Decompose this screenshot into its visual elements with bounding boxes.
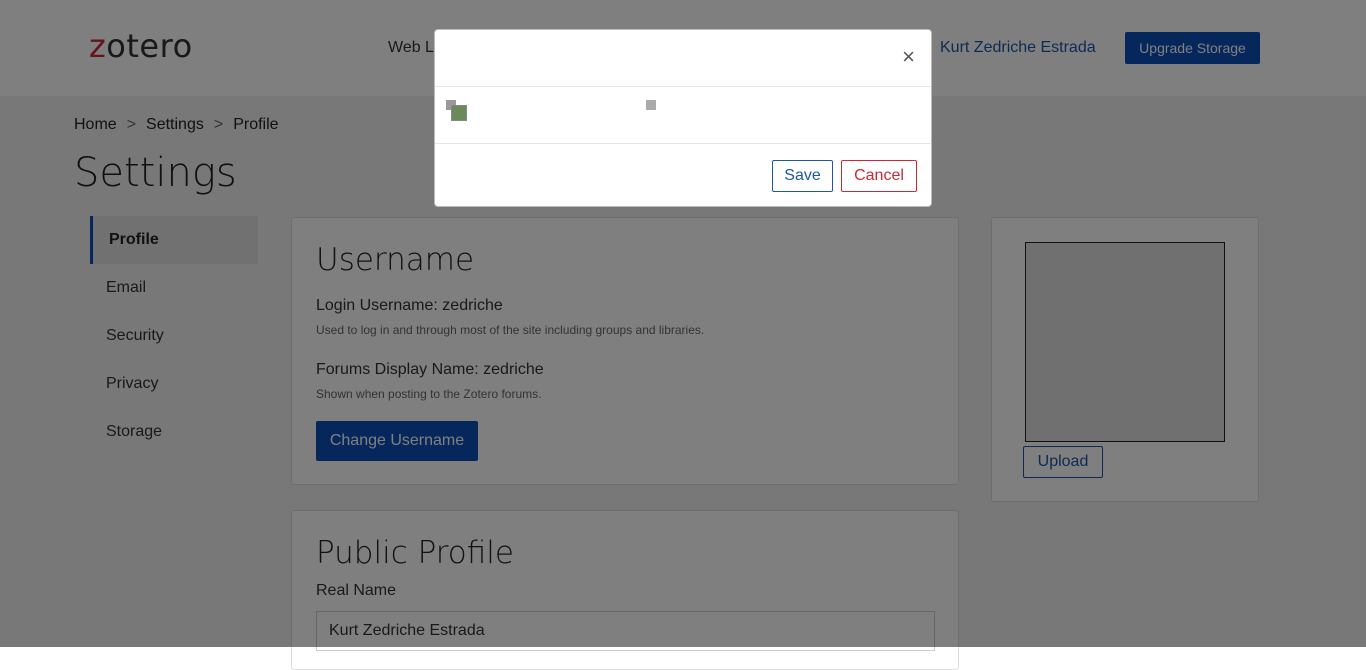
close-icon[interactable]: × (902, 46, 915, 68)
cancel-button[interactable]: Cancel (841, 160, 917, 192)
modal-body (435, 87, 931, 144)
modal-header: × (435, 30, 931, 87)
image-preview-icon (451, 105, 467, 121)
crop-avatar-modal: × Save Cancel (434, 29, 932, 207)
save-button[interactable]: Save (772, 160, 833, 192)
modal-footer: Save Cancel (435, 144, 931, 208)
broken-image-icon (646, 100, 656, 110)
page: zotero Web L Kurt Zedriche Estrada Upgra… (0, 0, 1366, 670)
